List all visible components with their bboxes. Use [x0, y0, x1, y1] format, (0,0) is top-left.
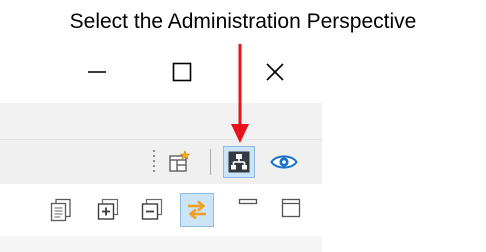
view-content-area [0, 236, 322, 252]
open-perspective-icon [169, 150, 191, 172]
minimize-view-icon [238, 198, 258, 205]
open-perspective-button[interactable] [163, 146, 195, 178]
application-window [0, 47, 322, 252]
maximize-view-button[interactable] [276, 193, 306, 223]
link-with-editor-icon [188, 200, 206, 220]
close-icon [266, 63, 284, 81]
toolbar-separator [210, 149, 211, 175]
link-with-editor-button[interactable] [180, 193, 214, 227]
eye-icon [270, 155, 298, 169]
view-toolbar [0, 184, 322, 237]
maximize-window-button[interactable] [165, 55, 199, 89]
collapse-all-icon [141, 198, 163, 220]
instruction-caption: Select the Administration Perspective [69, 10, 417, 33]
perspective-toolbar [0, 139, 322, 185]
close-window-button[interactable] [258, 55, 292, 89]
collapse-all-button[interactable] [135, 193, 169, 227]
maximize-icon [172, 62, 192, 82]
minimize-window-button[interactable] [80, 55, 114, 89]
copy-button[interactable] [44, 193, 78, 227]
minimize-view-button[interactable] [233, 190, 263, 220]
expand-all-button[interactable] [91, 193, 125, 227]
minimize-icon [88, 71, 106, 73]
toolbar-grip-icon [153, 150, 155, 172]
administration-perspective-button[interactable] [223, 146, 255, 178]
expand-all-icon [97, 198, 119, 220]
title-bar [0, 47, 322, 103]
administration-perspective-icon [228, 151, 250, 173]
maximize-view-icon [281, 198, 301, 218]
eye-perspective-button[interactable] [267, 146, 301, 178]
copy-icon [50, 198, 71, 222]
